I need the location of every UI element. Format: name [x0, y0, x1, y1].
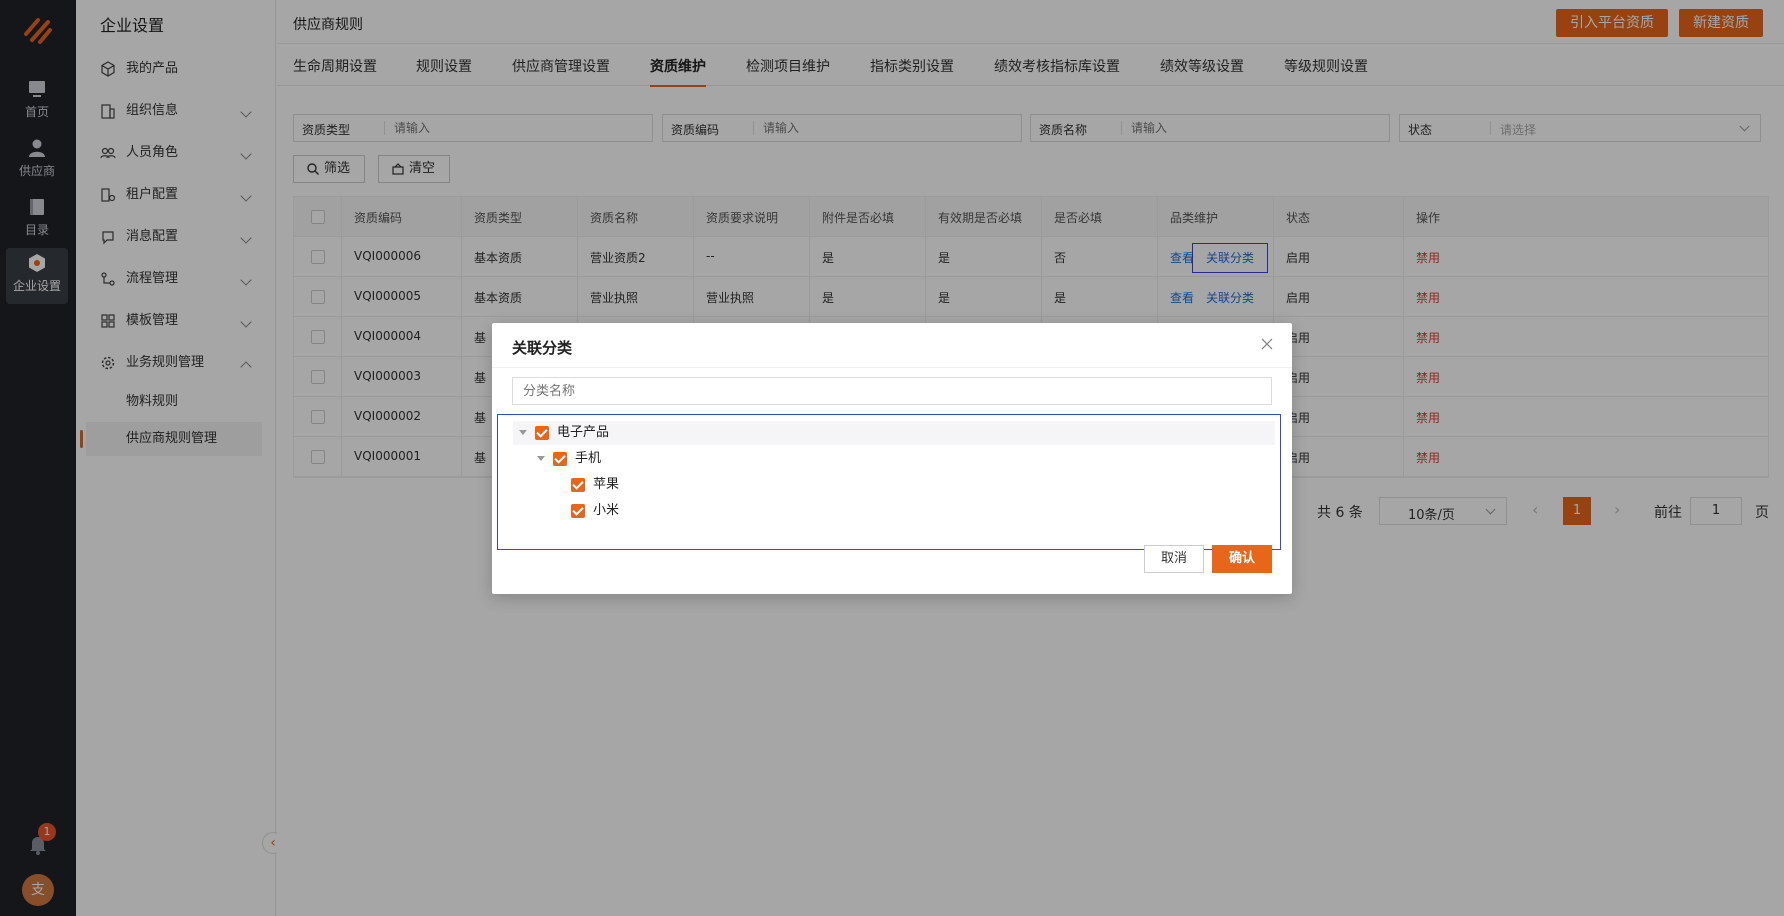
close-icon[interactable]	[1260, 337, 1274, 351]
checkbox-checked[interactable]	[571, 504, 585, 518]
checkbox-checked[interactable]	[553, 452, 567, 466]
tree-node-label: 苹果	[593, 477, 620, 492]
link-category-dialog: 关联分类 电子产品 手机 苹果 小米 取消 确认	[492, 323, 1292, 594]
confirm-button[interactable]: 确认	[1212, 545, 1272, 573]
checkbox-checked[interactable]	[535, 426, 549, 440]
tree-node-label: 电子产品	[557, 425, 610, 440]
caret-down-icon[interactable]	[537, 456, 545, 461]
tree-node-phones[interactable]: 手机	[531, 447, 1275, 471]
checkbox-checked[interactable]	[571, 478, 585, 492]
category-tree: 电子产品 手机 苹果 小米	[497, 414, 1281, 550]
cancel-button[interactable]: 取消	[1144, 545, 1204, 573]
tree-node-apple[interactable]: 苹果	[567, 473, 1275, 497]
category-search-input[interactable]	[512, 377, 1272, 405]
tree-node-label: 手机	[575, 451, 602, 466]
tree-node-label: 小米	[593, 503, 620, 518]
caret-down-icon[interactable]	[519, 430, 527, 435]
tree-node-electronics[interactable]: 电子产品	[513, 421, 1275, 445]
tree-node-xiaomi[interactable]: 小米	[567, 499, 1275, 523]
dialog-title: 关联分类	[512, 339, 573, 357]
